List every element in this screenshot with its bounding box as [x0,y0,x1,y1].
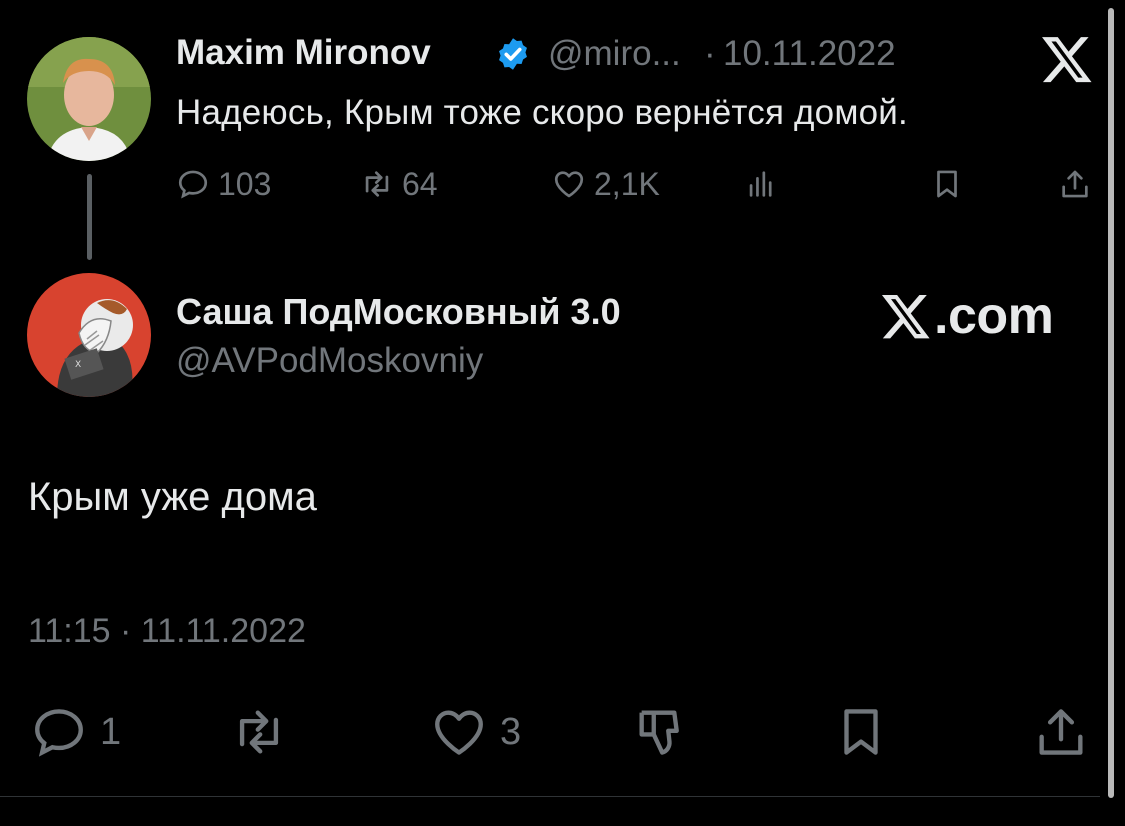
xcom-watermark: .com [880,286,1054,346]
thread-connector-line [87,174,92,260]
share-icon [1039,709,1083,755]
heart-icon [554,171,584,198]
bookmark-icon [844,709,878,755]
x-logo-icon [881,294,930,339]
verified-badge-icon [499,38,527,70]
parent-retweet-button[interactable]: 64 [360,164,438,204]
parent-date[interactable]: 10.11.2022 [723,34,896,74]
reply-tweet-text: Крым уже дома [28,475,317,519]
reply-icon [178,170,208,199]
divider [0,796,1100,797]
reply-author-name[interactable]: Саша ПодМосковный 3.0 [176,291,621,333]
parent-like-button[interactable]: 2,1K [552,164,660,204]
reply-retweet-button[interactable] [230,702,300,762]
avatar-reply[interactable]: X [27,273,151,397]
reply-like-button[interactable]: 3 [430,702,521,762]
parent-handle[interactable]: @miro... [548,34,681,74]
parent-retweet-count: 64 [402,165,438,202]
parent-author-name[interactable]: Maxim Mironov [176,33,431,73]
retweet-icon [365,171,389,197]
reply-timestamp[interactable]: 11:15 · 11.11.2022 [28,612,306,651]
reply-handle[interactable]: @AVPodMoskovniy [176,341,483,381]
parent-reply-count: 103 [218,165,272,202]
heart-icon [435,710,483,755]
parent-share-button[interactable] [1058,164,1100,204]
reply-icon [35,709,83,757]
svg-text:X: X [75,360,81,370]
scrollbar[interactable] [1108,8,1114,798]
parent-views-button[interactable] [744,164,786,204]
thumbs-down-icon [639,710,679,755]
reply-bookmark-button[interactable] [832,702,902,762]
reply-share-button[interactable] [1032,702,1102,762]
parent-tweet-text: Надеюсь, Крым тоже скоро вернётся домой. [176,93,908,132]
avatar-parent[interactable] [27,37,151,161]
reply-reply-count: 1 [100,710,122,753]
reply-like-count: 3 [500,710,522,753]
reply-dislike-button[interactable] [632,702,702,762]
parent-like-count: 2,1K [594,165,660,202]
xcom-label: .com [934,287,1054,345]
stats-icon [749,171,772,197]
parent-reply-button[interactable]: 103 [176,164,271,204]
reply-reply-button[interactable]: 1 [30,702,121,762]
parent-bookmark-button[interactable] [930,164,972,204]
separator-dot: · [704,34,716,73]
x-logo-icon [1042,37,1092,83]
retweet-icon [239,710,279,754]
share-icon [1062,170,1088,198]
bookmark-icon [937,170,957,198]
